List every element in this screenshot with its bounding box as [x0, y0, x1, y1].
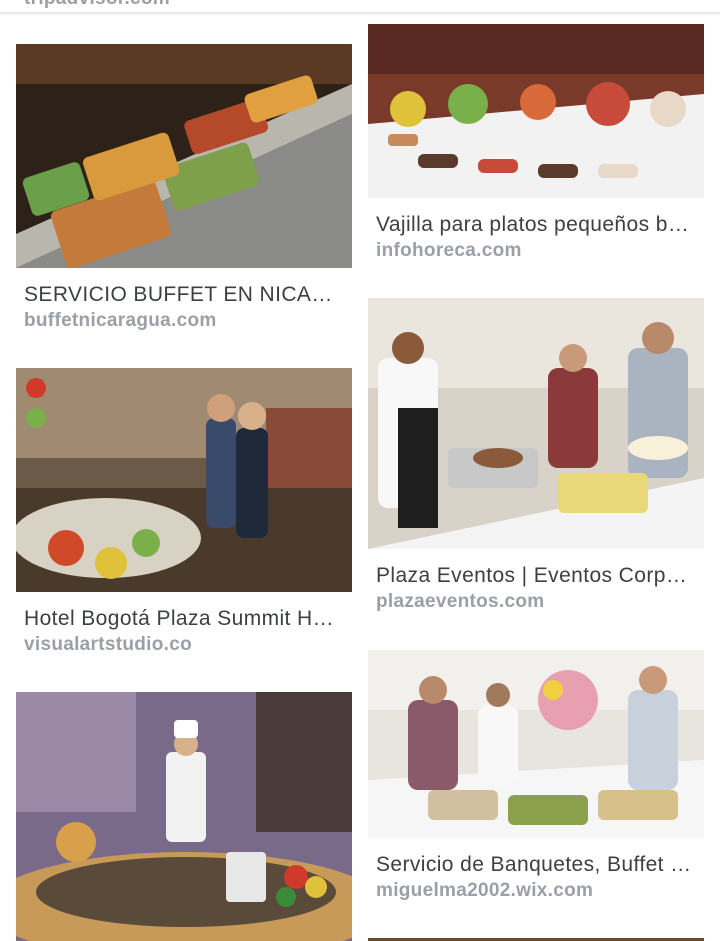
- result-source: miguelma2002.wix.com: [376, 880, 594, 901]
- result-image[interactable]: [368, 24, 704, 198]
- result-title[interactable]: Vajilla para platos pequeños buffet: [376, 212, 696, 238]
- result-source: buffetnicaragua.com: [24, 310, 217, 331]
- result-image[interactable]: [16, 44, 352, 268]
- image-result-card[interactable]: [16, 692, 352, 941]
- image-result-card[interactable]: Plaza Eventos | Eventos Corporativos pla…: [368, 298, 704, 614]
- result-image[interactable]: [368, 650, 704, 838]
- image-result-card[interactable]: Hotel Bogotá Plaza Summit Hotel visualar…: [16, 368, 352, 657]
- result-source: plazaeventos.com: [376, 591, 545, 612]
- result-title[interactable]: Servicio de Banquetes, Buffet y Catering: [376, 852, 696, 878]
- result-title[interactable]: SERVICIO BUFFET EN NICARAGUA: [24, 282, 344, 308]
- result-title[interactable]: Hotel Bogotá Plaza Summit Hotel: [24, 606, 344, 632]
- result-title[interactable]: Plaza Eventos | Eventos Corporativos: [376, 563, 696, 589]
- previous-result-card[interactable]: tripadvisor.com: [0, 0, 720, 12]
- image-result-card[interactable]: Vajilla para platos pequeños buffet info…: [368, 24, 704, 263]
- image-result-card[interactable]: SERVICIO BUFFET EN NICARAGUA buffetnicar…: [16, 44, 352, 333]
- image-result-card[interactable]: Servicio de Banquetes, Buffet y Catering…: [368, 650, 704, 903]
- result-source: visualartstudio.co: [24, 634, 192, 655]
- result-image[interactable]: [16, 692, 352, 941]
- result-image[interactable]: [16, 368, 352, 592]
- result-image[interactable]: [368, 298, 704, 549]
- result-source: tripadvisor.com: [24, 0, 170, 10]
- result-source: infohoreca.com: [376, 240, 522, 261]
